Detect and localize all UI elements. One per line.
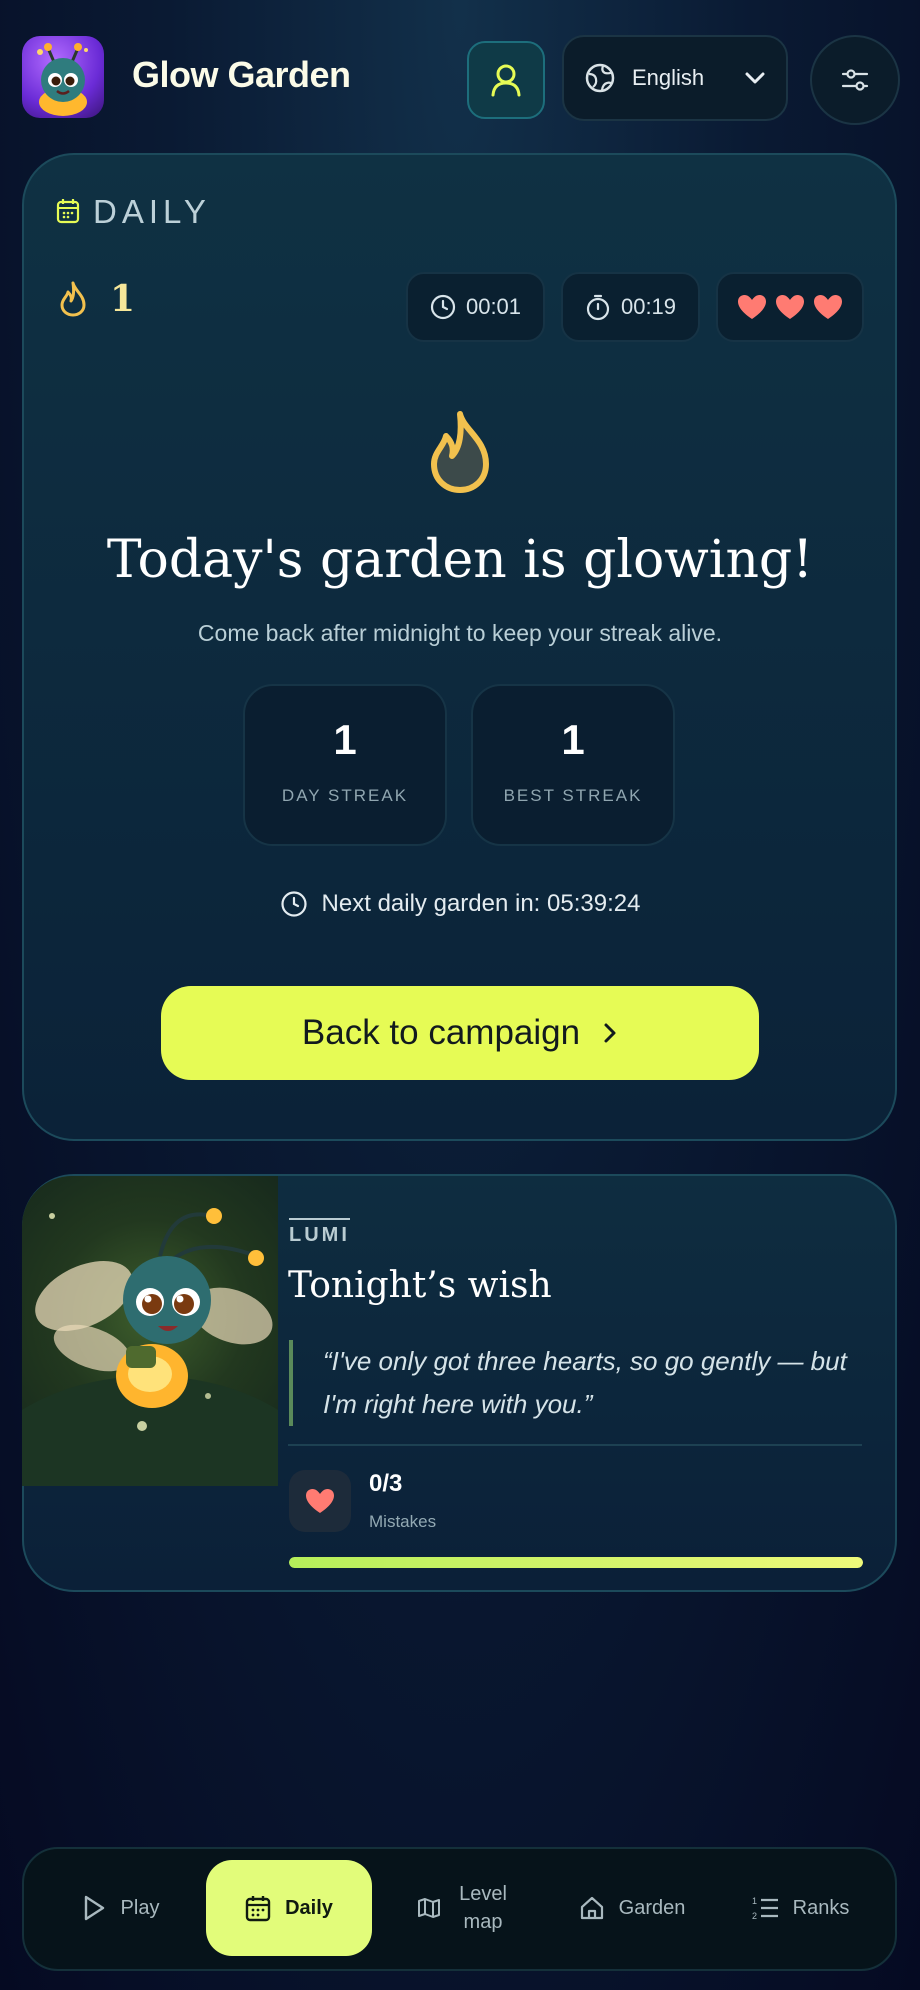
home-icon — [580, 1896, 603, 1920]
lumi-illustration — [22, 1176, 278, 1486]
divider — [288, 1444, 862, 1446]
completion-subline: Come back after midnight to keep your st… — [197, 620, 723, 646]
nav-label-garden: Garden — [618, 1896, 686, 1919]
globe-icon — [585, 63, 615, 93]
glowing-flame-icon — [424, 410, 496, 499]
svg-text:1: 1 — [752, 1896, 757, 1906]
back-to-campaign-label: Back to campaign — [301, 1013, 581, 1052]
mistakes-value: 0/3 — [369, 1470, 403, 1497]
next-daily-label: Next daily garden in: 05:39:24 — [321, 890, 641, 917]
day-streak-stat: 1 DAY STREAK — [243, 684, 447, 846]
day-streak-value: 1 — [333, 716, 357, 763]
hearts-remaining — [716, 272, 864, 342]
day-streak-label: DAY STREAK — [281, 786, 409, 805]
nav-item-ranks[interactable]: 1 2 Ranks — [740, 1860, 860, 1956]
stopwatch-icon — [586, 294, 610, 321]
clock-icon — [280, 891, 307, 917]
svg-text:2: 2 — [752, 1911, 757, 1921]
quote-accent-bar — [289, 1340, 293, 1426]
nav-label-daily: Daily — [285, 1896, 333, 1919]
sliders-icon — [841, 69, 869, 91]
heart-icon — [738, 295, 766, 319]
list-ordered-icon: 1 2 — [752, 1896, 778, 1921]
companion-name: LUMI — [289, 1218, 350, 1247]
mistakes-progress-bar — [289, 1557, 863, 1568]
flame-icon — [58, 280, 88, 323]
heart-icon — [306, 1489, 334, 1513]
user-icon — [491, 64, 521, 97]
nav-item-garden[interactable]: Garden — [566, 1860, 698, 1956]
wish-title: Tonight’s wish — [288, 1265, 552, 1306]
nav-item-level-map[interactable]: Level map — [396, 1860, 532, 1956]
chevron-down-icon — [745, 72, 765, 84]
nav-item-play[interactable]: Play — [60, 1860, 180, 1956]
next-daily-countdown: Next daily garden in: 05:39:24 — [0, 890, 920, 918]
clock-icon — [430, 294, 456, 320]
stopwatch-timer-value: 00:19 — [620, 294, 677, 319]
nav-label-level-map: Level map — [459, 1883, 507, 1933]
nav-label-play: Play — [120, 1896, 160, 1919]
app-title: Glow Garden — [132, 54, 351, 95]
best-streak-label: BEST STREAK — [503, 786, 643, 805]
app-logo — [22, 36, 104, 118]
firefly-logo-icon — [37, 43, 88, 116]
heart-icon — [814, 295, 842, 319]
nav-label-ranks: Ranks — [792, 1896, 850, 1919]
completion-headline: Today's garden is glowing! — [106, 530, 814, 590]
daily-section-label: DAILY — [93, 193, 211, 230]
companion-quote: “I've only got three hearts, so go gentl… — [323, 1346, 847, 1419]
language-label: English — [632, 65, 705, 90]
calendar-icon — [245, 1896, 271, 1922]
elapsed-timer-value: 00:01 — [465, 294, 522, 319]
heart-icon — [776, 295, 804, 319]
best-streak-stat: 1 BEST STREAK — [471, 684, 675, 846]
streak-count: 1 — [110, 278, 136, 320]
firefly-character-icon — [22, 1208, 278, 1486]
profile-button[interactable] — [467, 41, 545, 119]
progress-fill — [289, 1557, 863, 1568]
mistakes-label: Mistakes — [369, 1512, 437, 1531]
back-to-campaign-button[interactable]: Back to campaign — [161, 986, 759, 1080]
map-icon — [418, 1898, 440, 1918]
stopwatch-timer: 00:19 — [561, 272, 700, 342]
elapsed-timer: 00:01 — [406, 272, 545, 342]
calendar-icon — [56, 198, 80, 229]
settings-button[interactable] — [810, 35, 900, 125]
best-streak-value: 1 — [561, 716, 585, 763]
language-selector[interactable]: English — [562, 35, 788, 121]
chevron-right-icon — [604, 1023, 616, 1043]
play-icon — [84, 1895, 104, 1921]
nav-item-daily[interactable]: Daily — [206, 1860, 372, 1956]
mistakes-heart-badge — [289, 1470, 351, 1532]
